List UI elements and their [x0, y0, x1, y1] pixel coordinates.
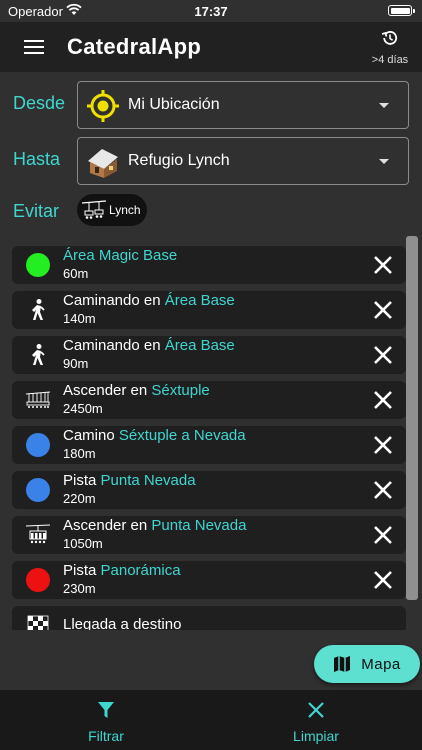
remove-step-button[interactable] — [372, 434, 394, 456]
route-step-prefix: Ascender en — [63, 382, 152, 399]
route-step-place[interactable]: Punta Nevada — [101, 472, 196, 489]
scrollbar[interactable] — [406, 236, 418, 600]
route-step-prefix: Pista — [63, 472, 101, 489]
route-step-distance: 90m — [63, 356, 89, 371]
chevron-down-icon — [379, 103, 389, 108]
route-steps-list[interactable]: Área Magic Base 60m Caminando en Área Base… — [12, 246, 406, 630]
walking-person-icon — [32, 344, 45, 365]
route-step-title: Caminando en Área Base — [63, 337, 235, 354]
filter-icon — [98, 702, 114, 718]
route-step-prefix: Pista — [63, 562, 101, 579]
route-step-title: Pista Panorámica — [63, 562, 181, 579]
history-button[interactable]: >4 días — [368, 28, 412, 68]
battery-icon — [388, 5, 415, 16]
history-icon — [381, 31, 398, 45]
app-bar: CatedralApp >4 días — [0, 22, 422, 72]
remove-step-button[interactable] — [372, 299, 394, 321]
trail-color-dot-icon — [26, 433, 50, 457]
route-step-title: Área Magic Base — [63, 247, 177, 264]
route-step-item[interactable]: Pista Punta Nevada 220m — [12, 471, 406, 509]
trail-color-dot-icon — [26, 253, 50, 277]
from-select[interactable]: Mi Ubicación — [77, 81, 409, 129]
route-step-prefix: Camino — [63, 427, 119, 444]
chairlift-icon — [81, 200, 107, 219]
from-value: Mi Ubicación — [128, 96, 220, 113]
route-step-place[interactable]: Séxtuple a Nevada — [119, 427, 246, 444]
remove-step-button[interactable] — [372, 524, 394, 546]
route-step-title: Caminando en Área Base — [63, 292, 235, 309]
checkered-flag-icon — [27, 615, 49, 630]
history-label: >4 días — [371, 54, 409, 66]
from-row: Desde Mi Ubicación — [0, 81, 422, 129]
route-step-distance: 230m — [63, 581, 96, 596]
remove-step-button[interactable] — [372, 344, 394, 366]
close-icon — [308, 702, 324, 718]
remove-step-button[interactable] — [372, 569, 394, 591]
route-step-distance: 140m — [63, 311, 96, 326]
remove-step-button[interactable] — [372, 389, 394, 411]
menu-icon[interactable] — [24, 40, 44, 54]
avoid-chip-label: Lynch — [109, 203, 141, 217]
route-step-item[interactable]: Ascender en Punta Nevada 1050m — [12, 516, 406, 554]
four-seat-chairlift-icon — [26, 524, 50, 544]
route-step-prefix: Ascender en — [63, 517, 152, 534]
route-step-place[interactable]: Séxtuple — [151, 382, 209, 399]
route-step-item[interactable]: Ascender en Séxtuple 2450m — [12, 381, 406, 419]
to-value: Refugio Lynch — [128, 152, 230, 169]
route-step-title: Pista Punta Nevada — [63, 472, 196, 489]
trail-color-dot-icon — [26, 568, 50, 592]
remove-step-button[interactable] — [372, 254, 394, 276]
status-time: 17:37 — [194, 4, 228, 19]
route-step-place[interactable]: Área Base — [165, 337, 235, 354]
map-icon — [334, 656, 351, 672]
route-step-item[interactable]: Caminando en Área Base 90m — [12, 336, 406, 374]
filter-label: Filtrar — [88, 728, 124, 744]
avoid-label: Evitar — [13, 201, 60, 221]
trail-color-dot-icon — [26, 478, 50, 502]
remove-step-button[interactable] — [372, 479, 394, 501]
app-title: CatedralApp — [67, 34, 202, 59]
to-label: Hasta — [13, 149, 61, 169]
clear-label: Limpiar — [293, 728, 339, 744]
route-step-place[interactable]: Área Magic Base — [63, 247, 177, 264]
bottom-bar: Filtrar Limpiar — [0, 690, 422, 750]
destination-item: Llegada a destino — [12, 606, 406, 630]
destination-label: Llegada a destino — [63, 616, 182, 630]
route-step-title: Ascender en Punta Nevada — [63, 517, 246, 534]
location-target-icon — [87, 90, 119, 122]
avoid-row: Evitar Lynch — [0, 192, 422, 228]
to-row: Hasta Refugio Lynch — [0, 137, 422, 185]
route-step-item[interactable]: Camino Séxtuple a Nevada 180m — [12, 426, 406, 464]
route-step-title: Ascender en Séxtuple — [63, 382, 210, 399]
six-seat-chairlift-icon — [26, 391, 50, 408]
status-bar: Operador 17:37 — [0, 0, 422, 22]
filter-button[interactable]: Filtrar — [46, 700, 166, 744]
route-step-item[interactable]: Pista Panorámica 230m — [12, 561, 406, 599]
route-step-prefix: Caminando en — [63, 292, 165, 309]
from-label: Desde — [13, 93, 66, 113]
route-step-place[interactable]: Panorámica — [101, 562, 181, 579]
avoid-chip-lynch[interactable]: Lynch — [77, 194, 147, 226]
route-step-prefix: Caminando en — [63, 337, 165, 354]
route-step-place[interactable]: Punta Nevada — [151, 517, 246, 534]
route-step-distance: 1050m — [63, 536, 103, 551]
map-button[interactable]: Mapa — [314, 645, 420, 683]
route-step-place[interactable]: Área Base — [165, 292, 235, 309]
route-step-distance: 180m — [63, 446, 96, 461]
to-select[interactable]: Refugio Lynch — [77, 137, 409, 185]
walking-person-icon — [32, 299, 45, 320]
route-step-item[interactable]: Área Magic Base 60m — [12, 246, 406, 284]
mountain-hut-icon — [88, 149, 118, 178]
route-step-item[interactable]: Caminando en Área Base 140m — [12, 291, 406, 329]
route-step-distance: 2450m — [63, 401, 103, 416]
chevron-down-icon — [379, 159, 389, 164]
route-step-distance: 220m — [63, 491, 96, 506]
clear-button[interactable]: Limpiar — [256, 700, 376, 744]
route-step-distance: 60m — [63, 266, 89, 281]
map-button-label: Mapa — [361, 655, 401, 673]
route-step-title: Camino Séxtuple a Nevada — [63, 427, 246, 444]
